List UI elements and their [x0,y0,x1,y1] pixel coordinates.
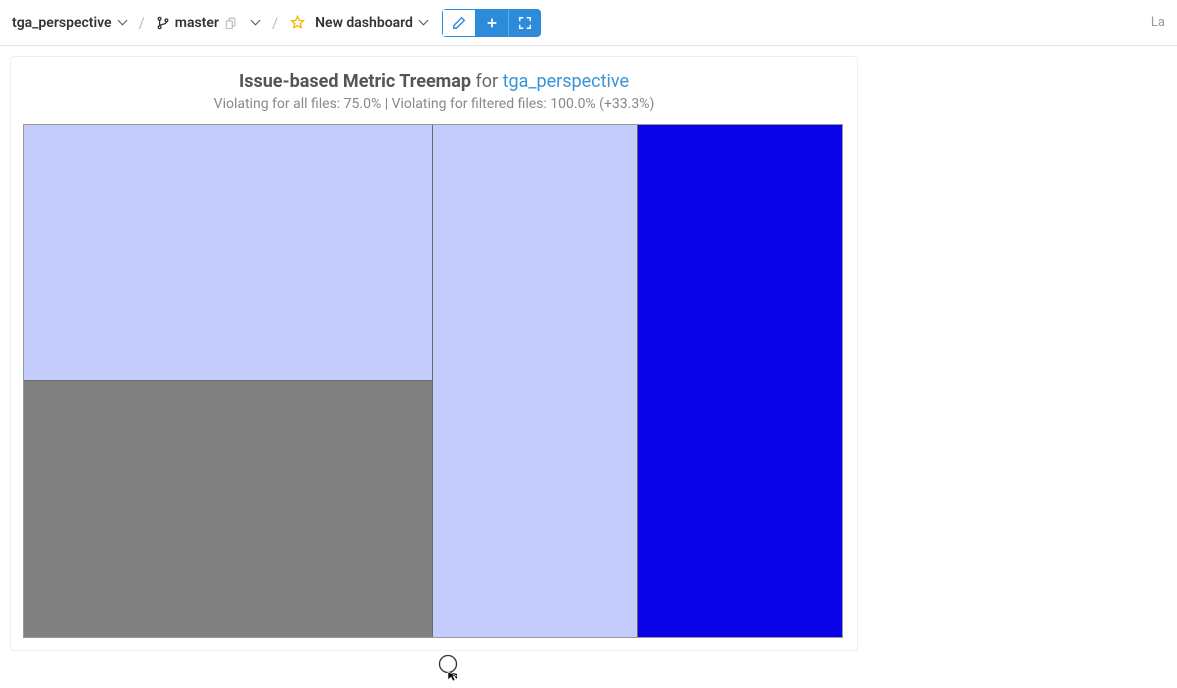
breadcrumb-branch[interactable]: master [157,15,260,31]
chevron-down-icon [251,18,260,27]
breadcrumb-branch-label: master [175,15,219,31]
star-icon[interactable] [290,15,305,30]
breadcrumb-separator: / [270,14,280,32]
copy-icon[interactable] [225,16,237,30]
card-title-for: for [471,71,503,92]
treemap-cell[interactable] [24,125,432,381]
chevron-down-icon [118,18,127,27]
chevron-down-icon [419,18,428,27]
breadcrumb-dashboard-label: New dashboard [315,15,413,31]
add-button[interactable] [476,9,509,37]
breadcrumb-separator: / [137,14,147,32]
treemap-cell[interactable] [433,125,637,637]
topbar-right-text: La [1151,15,1165,30]
content-area: Issue-based Metric Treemap for tga_persp… [0,46,1177,661]
edit-button[interactable] [442,9,476,37]
card-title: Issue-based Metric Treemap for tga_persp… [23,71,845,92]
card-subtitle: Violating for all files: 75.0% | Violati… [23,96,845,112]
breadcrumb-project-label: tga_perspective [12,15,112,31]
treemap-cell[interactable] [638,125,843,637]
breadcrumb-project[interactable]: tga_perspective [12,15,127,31]
fullscreen-button[interactable] [509,9,541,37]
toolbar-button-group [442,9,541,37]
treemap-card: Issue-based Metric Treemap for tga_persp… [10,56,858,651]
card-title-strong: Issue-based Metric Treemap [239,71,471,92]
git-branch-icon [157,16,169,30]
breadcrumb-dashboard[interactable]: New dashboard [315,15,428,31]
topbar: tga_perspective / master / Ne [0,0,1177,46]
card-title-link[interactable]: tga_perspective [503,71,629,92]
treemap-cell[interactable] [24,381,432,637]
treemap-chart[interactable] [23,124,843,638]
